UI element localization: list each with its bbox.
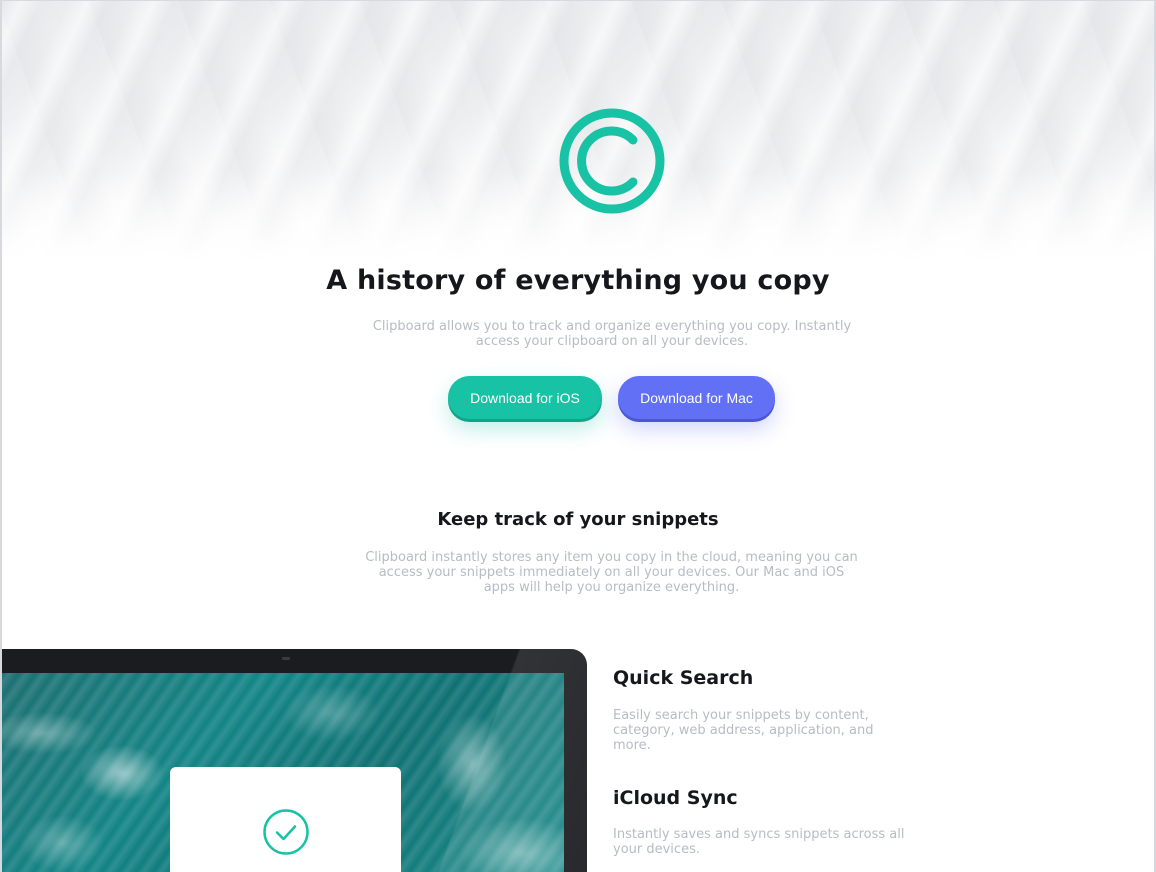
feature-description-icloud-sync: Instantly saves and syncs snippets acros… xyxy=(613,827,905,857)
download-mac-button[interactable]: Download for Mac xyxy=(618,376,775,419)
feature-title-quick-search: Quick Search xyxy=(613,667,754,689)
feature-title-icloud-sync: iCloud Sync xyxy=(613,787,738,809)
feature-description-quick-search: Easily search your snippets by content, … xyxy=(613,708,874,753)
copyright-logo-icon xyxy=(559,108,665,214)
snippets-description: Clipboard instantly stores any item you … xyxy=(365,550,858,595)
download-ios-button[interactable]: Download for iOS xyxy=(448,376,602,419)
laptop-glare xyxy=(417,649,587,872)
check-circle-icon xyxy=(263,809,309,855)
laptop-camera xyxy=(282,657,290,660)
landing-page: A history of everything you copy Clipboa… xyxy=(0,0,1156,872)
snippets-title: Keep track of your snippets xyxy=(437,509,719,530)
hero-title: A history of everything you copy xyxy=(326,265,830,296)
hero-subtitle: Clipboard allows you to track and organi… xyxy=(372,319,852,349)
